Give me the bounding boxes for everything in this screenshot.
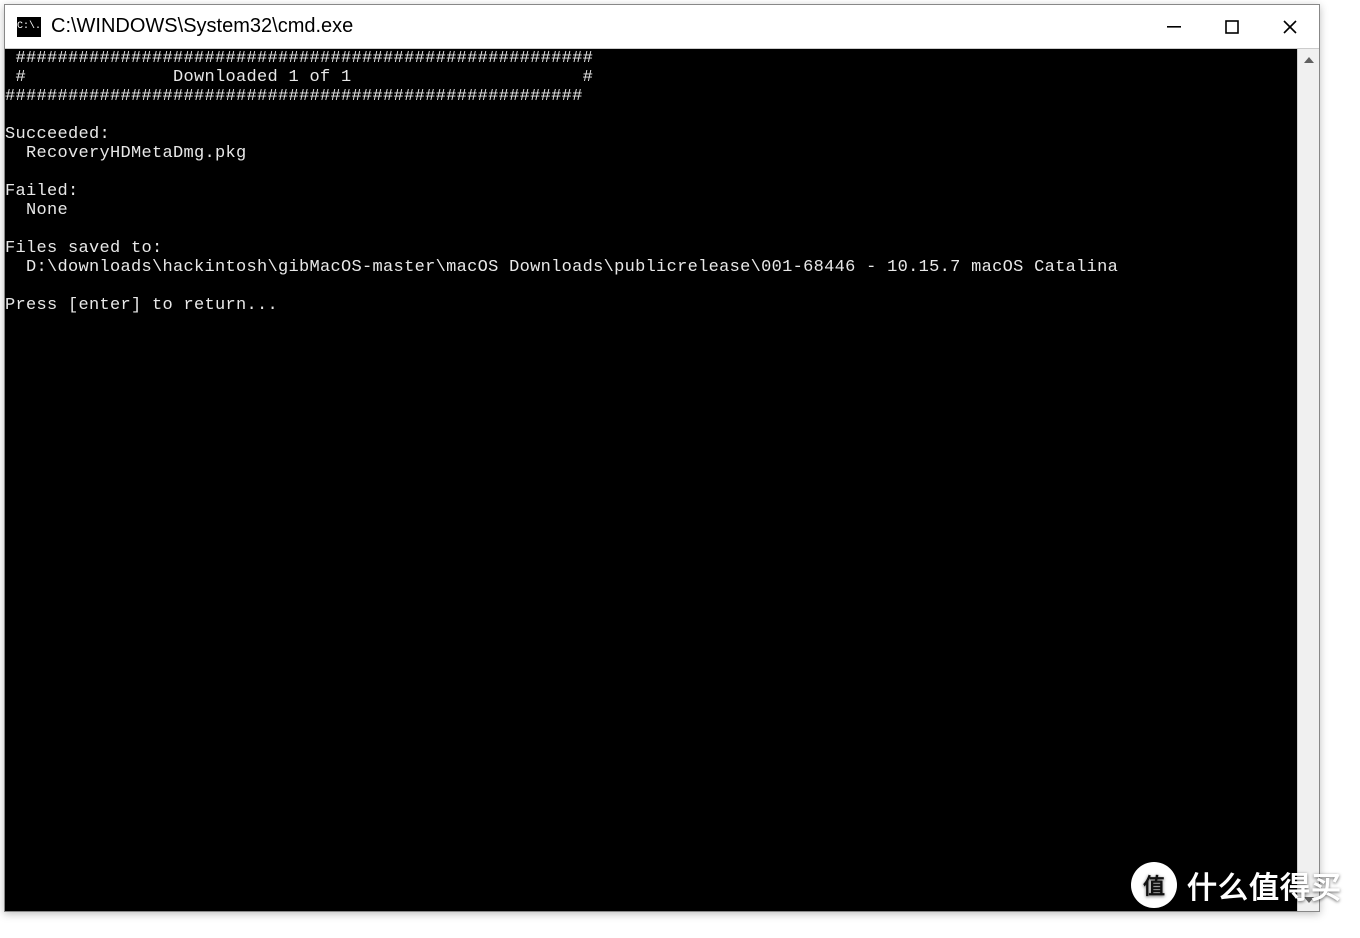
minimize-button[interactable]: [1145, 5, 1203, 49]
scroll-track[interactable]: [1298, 71, 1319, 889]
cmd-app-icon: C:\.: [17, 17, 41, 37]
close-button[interactable]: [1261, 5, 1319, 49]
close-icon: [1283, 20, 1297, 34]
terminal-output[interactable]: ########################################…: [5, 49, 1297, 911]
minimize-icon: [1167, 26, 1181, 28]
chevron-up-icon: [1304, 57, 1314, 63]
scroll-up-button[interactable]: [1298, 49, 1319, 71]
titlebar[interactable]: C:\. C:\WINDOWS\System32\cmd.exe: [5, 5, 1319, 49]
client-area: ########################################…: [5, 49, 1319, 911]
maximize-button[interactable]: [1203, 5, 1261, 49]
cmd-window: C:\. C:\WINDOWS\System32\cmd.exe #######…: [4, 4, 1320, 912]
window-title: C:\WINDOWS\System32\cmd.exe: [51, 15, 353, 38]
vertical-scrollbar[interactable]: [1297, 49, 1319, 911]
scroll-down-button[interactable]: [1298, 889, 1319, 911]
chevron-down-icon: [1304, 897, 1314, 903]
maximize-icon: [1225, 20, 1239, 34]
